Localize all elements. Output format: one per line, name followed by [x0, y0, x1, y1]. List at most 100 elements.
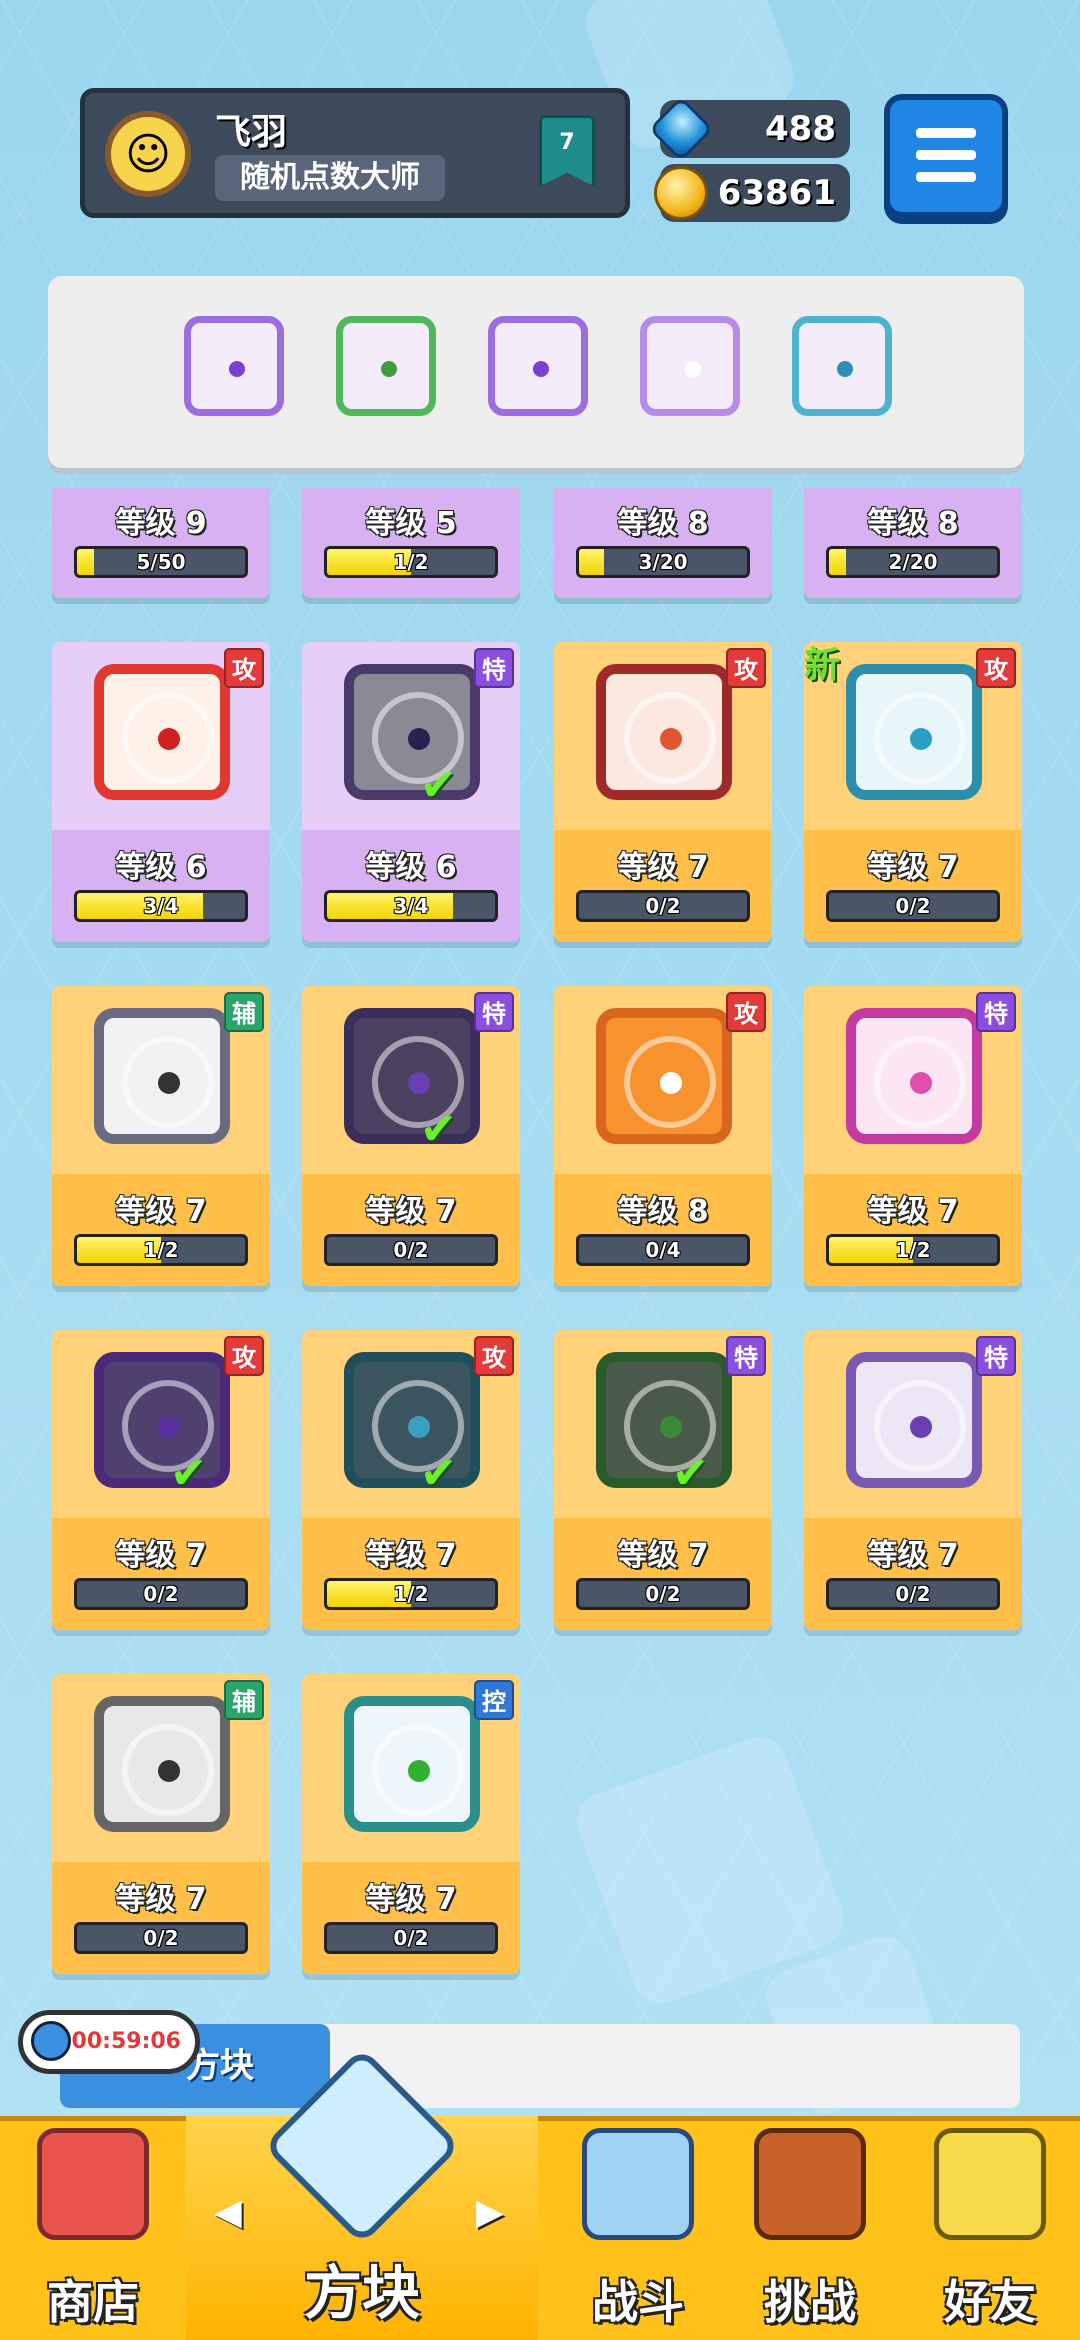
- dice-card-dark-eye-die[interactable]: 特 ✔ 等级 7 0/2: [302, 986, 520, 1286]
- die-pip: [158, 1760, 180, 1782]
- avatar[interactable]: ☺: [105, 111, 191, 197]
- level-label: 等级 7: [867, 1194, 959, 1229]
- dice-card-wind-die[interactable]: 控等级 7 0/2: [302, 1674, 520, 1974]
- deck-green-leaf-die[interactable]: [336, 316, 436, 416]
- card-art-area: 辅: [52, 986, 270, 1174]
- menu-button[interactable]: [884, 94, 1008, 218]
- nav-challenge-label: 挑战: [764, 2275, 856, 2329]
- type-badge: 特: [976, 1336, 1016, 1376]
- die-pip: [408, 728, 430, 750]
- progress-text: 1/2: [895, 1238, 931, 1262]
- progress-text: 1/2: [143, 1238, 179, 1262]
- card-art-area: 辅: [52, 1674, 270, 1862]
- progress-text: 0/2: [143, 1582, 179, 1606]
- equipped-check-icon: ✔: [420, 1104, 457, 1155]
- nav-right-arrow-icon[interactable]: ▶: [476, 2192, 504, 2233]
- card-art-area: 攻: [554, 642, 772, 830]
- die-pip: [229, 361, 245, 377]
- signpost-icon: [754, 2128, 866, 2240]
- deck-level-card[interactable]: 等级 8 2/20: [804, 488, 1022, 598]
- player-title: 随机点数大师: [215, 155, 445, 201]
- deck-purple-eye-die[interactable]: [488, 316, 588, 416]
- progress-text: 0/2: [393, 1926, 429, 1950]
- card-info-area: 等级 7 0/2: [554, 830, 772, 942]
- dice-card-pink-arrow-die[interactable]: 特等级 7 1/2: [804, 986, 1022, 1286]
- upgrade-progress-bar: 0/2: [826, 890, 1000, 922]
- deck-level-card[interactable]: 等级 9 5/50: [52, 488, 270, 598]
- dice-card-broken-die[interactable]: 特 ✔ 等级 6 3/4: [302, 642, 520, 942]
- nav-challenge[interactable]: 挑战: [716, 2116, 904, 2340]
- gem-counter[interactable]: 488: [648, 96, 850, 162]
- card-art-area: 攻: [52, 642, 270, 830]
- progress-text: 0/2: [645, 894, 681, 918]
- card-info-area: 等级 7 0/2: [302, 1174, 520, 1286]
- nav-shop[interactable]: 商店: [0, 2116, 186, 2340]
- upgrade-progress-bar: 0/2: [576, 1578, 750, 1610]
- card-info-area: 等级 7 0/2: [52, 1518, 270, 1630]
- nav-battle[interactable]: 战斗: [538, 2116, 738, 2340]
- rank-badge[interactable]: 7: [539, 115, 595, 187]
- level-label: 等级 7: [617, 850, 709, 885]
- level-label: 等级 7: [365, 1882, 457, 1917]
- deck-level-card[interactable]: 等级 5 1/2: [302, 488, 520, 598]
- nav-left-arrow-icon[interactable]: ◀: [214, 2192, 242, 2233]
- upgrade-progress-bar: 0/2: [74, 1578, 248, 1610]
- pink-arrow-die-icon: [846, 1008, 982, 1144]
- new-badge: 新: [804, 645, 841, 686]
- die-pip: [381, 361, 397, 377]
- type-badge: 特: [976, 992, 1016, 1032]
- clock-icon: [31, 2021, 71, 2061]
- die-pip: [660, 1072, 682, 1094]
- upgrade-progress-bar: 3/20: [576, 546, 750, 578]
- type-badge: 攻: [726, 992, 766, 1032]
- upgrade-progress-bar: 1/2: [324, 1578, 498, 1610]
- equipped-check-icon: ✔: [420, 760, 457, 811]
- profile-panel[interactable]: ☺ 飞羽 随机点数大师 7: [80, 88, 630, 218]
- dice-card-star-die[interactable]: 攻等级 7 0/2: [554, 642, 772, 942]
- dice-card-fire-die[interactable]: 攻等级 6 3/4: [52, 642, 270, 942]
- card-art-area: 攻: [554, 986, 772, 1174]
- die-pip: [533, 361, 549, 377]
- deck-purple-crack-die[interactable]: [640, 316, 740, 416]
- coin-count: 63861: [717, 173, 836, 213]
- level-label: 等级 7: [365, 1194, 457, 1229]
- fire-die-icon: [94, 664, 230, 800]
- upgrade-progress-bar: 1/2: [826, 1234, 1000, 1266]
- type-badge: 特: [474, 648, 514, 688]
- progress-text: 0/2: [393, 1238, 429, 1262]
- card-info-area: 等级 7 1/2: [804, 1174, 1022, 1286]
- progress-text: 3/4: [143, 894, 179, 918]
- nav-battle-label: 战斗: [592, 2275, 684, 2329]
- dice-card-cyan-ice-die[interactable]: 攻新等级 7 0/2: [804, 642, 1022, 942]
- menu-icon: [916, 128, 976, 138]
- dice-card-lilac-cloud-die[interactable]: 特等级 7 0/2: [804, 1330, 1022, 1630]
- broken-die-icon: [344, 664, 480, 800]
- dice-card-grey-wolf-die[interactable]: 辅等级 7 1/2: [52, 986, 270, 1286]
- card-art-area: 控: [302, 1674, 520, 1862]
- menu-icon-line: [916, 172, 976, 182]
- player-name: 飞羽: [215, 112, 288, 153]
- die-pip: [660, 1416, 682, 1438]
- nav-dice-label: 方块: [303, 2259, 420, 2327]
- deck-cyan-vortex-die[interactable]: [792, 316, 892, 416]
- dice-card-green-vine-die[interactable]: 特 ✔ 等级 7 0/2: [554, 1330, 772, 1630]
- die-pip: [910, 728, 932, 750]
- sword-shield-icon: [582, 2128, 694, 2240]
- dice-card-purple-orbit-die[interactable]: 攻 ✔ 等级 7 0/2: [52, 1330, 270, 1630]
- coin-counter[interactable]: 63861: [654, 164, 850, 222]
- dice-card-grey-clock-die[interactable]: 辅等级 7 0/2: [52, 1674, 270, 1974]
- deck-purple-swirl-die[interactable]: [184, 316, 284, 416]
- type-badge: 控: [474, 1680, 514, 1720]
- upgrade-progress-bar: 0/2: [324, 1922, 498, 1954]
- type-badge: 攻: [474, 1336, 514, 1376]
- type-badge: 辅: [224, 992, 264, 1032]
- teal-vortex-die-icon: [344, 1352, 480, 1488]
- nav-friends[interactable]: 好友: [900, 2116, 1080, 2340]
- deck-level-card[interactable]: 等级 8 3/20: [554, 488, 772, 598]
- nav-shop-label: 商店: [47, 2275, 139, 2329]
- card-art-area: 特 ✔: [302, 986, 520, 1174]
- upgrade-progress-bar: 0/4: [576, 1234, 750, 1266]
- dice-card-orange-sun-die[interactable]: 攻等级 8 0/4: [554, 986, 772, 1286]
- friend-character-icon: [934, 2128, 1046, 2240]
- dice-card-teal-vortex-die[interactable]: 攻 ✔ 等级 7 1/2: [302, 1330, 520, 1630]
